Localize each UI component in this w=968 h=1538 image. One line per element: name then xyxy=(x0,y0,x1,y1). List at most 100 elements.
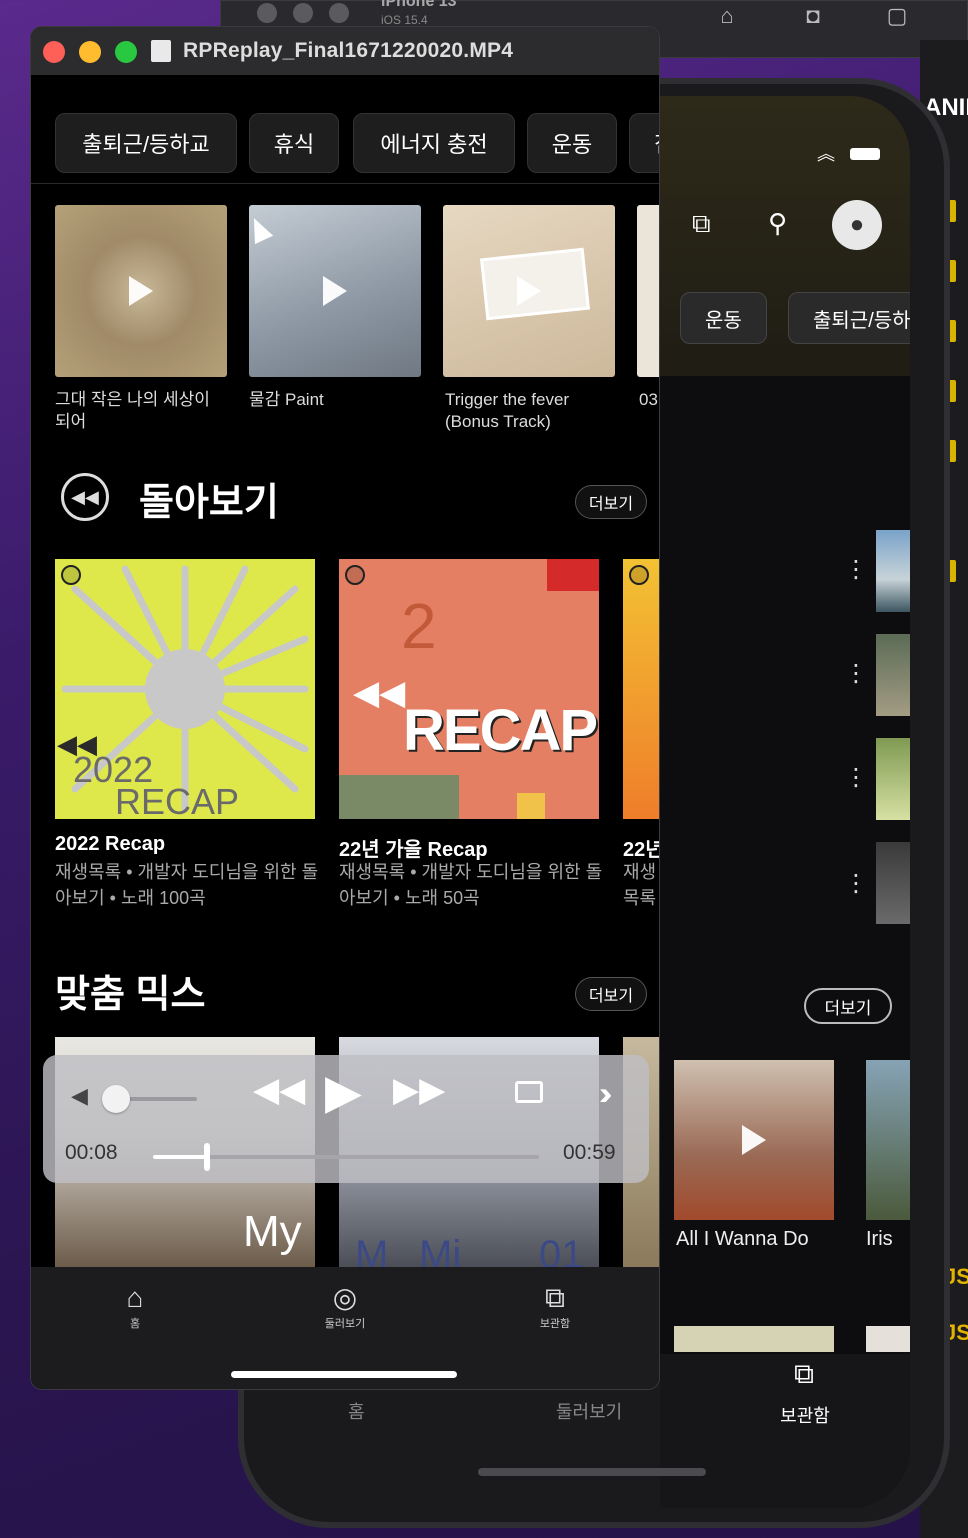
play-icon[interactable] xyxy=(323,276,347,306)
card-title[interactable]: 22년 가을 Recap xyxy=(339,833,488,862)
nav-label: 홈 xyxy=(129,1318,141,1330)
volume-knob[interactable] xyxy=(102,1085,130,1113)
section-title-browse: 돌아보기 xyxy=(139,482,279,524)
zoom-button[interactable] xyxy=(115,41,137,63)
cast-icon[interactable]: ⧉ xyxy=(692,208,711,240)
nav-browse[interactable]: ◎ 둘러보기 xyxy=(285,1281,405,1331)
chip-rest[interactable]: 휴식 xyxy=(249,113,339,173)
rewind-button[interactable]: ◀◀ xyxy=(253,1073,305,1107)
more-options-icon[interactable]: ⋮ xyxy=(844,766,868,790)
card-title[interactable]: 22년 xyxy=(623,833,659,862)
compass-icon: ◎ xyxy=(332,1282,358,1313)
chip-exercise[interactable]: 운동 xyxy=(527,113,617,173)
window-minimize-dot[interactable] xyxy=(293,3,313,23)
phone-tab-browse[interactable]: 둘러보기 xyxy=(556,1398,622,1424)
playlist-card-title[interactable]: Iris xyxy=(866,1228,893,1251)
divider xyxy=(31,183,659,184)
nav-library[interactable]: ⧉ 보관함 xyxy=(495,1281,615,1331)
rewind-icon: ◀◀ xyxy=(353,674,406,712)
more-options-icon[interactable]: ⋮ xyxy=(844,872,868,896)
recap-card-art[interactable] xyxy=(623,559,659,819)
chip-focus[interactable]: 집 xyxy=(629,113,659,173)
phone-tab-home[interactable]: 홈 xyxy=(348,1398,365,1424)
card-art-text: 2 xyxy=(401,590,437,662)
skip-icon[interactable]: ›› xyxy=(599,1075,613,1112)
fast-forward-button[interactable]: ▶▶ xyxy=(393,1073,445,1107)
phone-chip-exercise[interactable]: 운동 xyxy=(680,292,767,344)
profile-avatar[interactable]: ● xyxy=(832,200,882,250)
document-icon xyxy=(151,40,171,62)
more-options-icon[interactable]: ⋮ xyxy=(844,662,868,686)
screenshot-icon[interactable]: ◘ xyxy=(797,3,829,29)
album-art[interactable] xyxy=(443,205,615,377)
album-art[interactable] xyxy=(55,205,227,377)
recap-card-art[interactable]: ◀◀ 2022 RECAP xyxy=(55,559,315,819)
home-icon: ⌂ xyxy=(126,1282,144,1313)
card-art-text: RECAP xyxy=(115,781,240,819)
mix-more-button[interactable]: 더보기 xyxy=(575,977,647,1011)
song-thumbnail[interactable] xyxy=(876,738,910,820)
song-thumbnail[interactable] xyxy=(876,634,910,716)
seek-knob[interactable] xyxy=(204,1143,211,1171)
phone-tab-library[interactable]: 보관함 xyxy=(770,1402,840,1428)
song-thumbnail[interactable] xyxy=(876,842,910,924)
card-art-text: RECAP xyxy=(403,698,598,763)
shape-decor xyxy=(517,793,545,819)
nav-label: 보관함 xyxy=(539,1318,571,1330)
playlist-card-art[interactable] xyxy=(674,1060,834,1220)
rotate-icon[interactable]: ▢ xyxy=(881,3,913,29)
video-player-window: RPReplay_Final1671220020.MP4 출퇴근/등하교 휴식 … xyxy=(30,26,660,1390)
playlist-card-title[interactable]: All I Wanna Do xyxy=(676,1228,809,1251)
album-art[interactable] xyxy=(637,205,659,377)
album-label[interactable]: Trigger the fever (Bonus Track) xyxy=(445,389,615,433)
recap-card-art[interactable]: 2 ◀◀ RECAP xyxy=(339,559,599,819)
card-subtitle: 재생목록 • 개발자 도디님을 위한 돌아보기 • 노래 50곡 xyxy=(339,862,603,908)
card-title[interactable]: 2022 Recap xyxy=(55,833,165,856)
simulator-title: iPhone 13 xyxy=(381,0,457,10)
card-subtitle: 재생목록 돌아 xyxy=(623,862,657,908)
play-icon[interactable] xyxy=(742,1125,766,1155)
record-icon xyxy=(61,565,81,585)
more-options-icon[interactable]: ⋮ xyxy=(844,558,868,582)
card-subtitle: 재생목록 • 개발자 도디님을 위한 돌아보기 • 노래 100곡 xyxy=(55,862,319,908)
seek-bar[interactable] xyxy=(153,1143,539,1171)
album-label[interactable]: 물감 Paint xyxy=(249,389,419,411)
volume-icon[interactable]: ◀ xyxy=(71,1083,88,1109)
chip-energy[interactable]: 에너지 충전 xyxy=(353,113,515,173)
search-icon[interactable]: ⚲ xyxy=(768,208,787,239)
playlist-card-art[interactable] xyxy=(866,1326,910,1352)
song-thumbnail[interactable] xyxy=(876,530,910,612)
record-icon xyxy=(629,565,649,585)
minimize-button[interactable] xyxy=(79,41,101,63)
library-icon[interactable]: ⧉ xyxy=(784,1358,824,1391)
playlist-card-art[interactable] xyxy=(866,1060,910,1220)
window-zoom-dot[interactable] xyxy=(329,3,349,23)
duration: 00:59 xyxy=(563,1141,616,1164)
album-label[interactable]: 그대 작은 나의 세상이 되어 xyxy=(55,389,225,433)
airplay-icon[interactable] xyxy=(515,1081,543,1103)
home-indicator xyxy=(231,1371,457,1378)
phone-chip-commute[interactable]: 출퇴근/등하 xyxy=(788,292,910,344)
browse-more-button[interactable]: 더보기 xyxy=(575,485,647,519)
home-icon[interactable]: ⌂ xyxy=(711,3,743,29)
home-indicator xyxy=(478,1468,706,1476)
play-button[interactable]: ▶ xyxy=(325,1069,362,1117)
close-button[interactable] xyxy=(43,41,65,63)
nav-home[interactable]: ⌂ 홈 xyxy=(75,1281,195,1331)
wifi-icon: ︽ xyxy=(816,144,835,164)
phone-screen: ︽ ⧉ ⚲ ● 운동 출퇴근/등하 ⋮ ⋮ ⋮ ⋮ 더보기 All I Wann… xyxy=(660,96,910,1508)
phone-more-button[interactable]: 더보기 xyxy=(804,988,892,1024)
chip-commute[interactable]: 출퇴근/등하교 xyxy=(55,113,237,173)
play-icon[interactable] xyxy=(129,276,153,306)
nav-label: 둘러보기 xyxy=(324,1318,366,1330)
album-art[interactable] xyxy=(249,205,421,377)
play-icon[interactable] xyxy=(517,276,541,306)
card-art-text: My xyxy=(243,1207,302,1256)
library-icon: ⧉ xyxy=(545,1282,565,1313)
window-close-dot[interactable] xyxy=(257,3,277,23)
album-label[interactable]: 03 xyxy=(639,389,659,411)
current-time: 00:08 xyxy=(65,1141,118,1164)
window-title: RPReplay_Final1671220020.MP4 xyxy=(183,39,514,62)
record-icon xyxy=(345,565,365,585)
playlist-card-art[interactable] xyxy=(674,1326,834,1352)
